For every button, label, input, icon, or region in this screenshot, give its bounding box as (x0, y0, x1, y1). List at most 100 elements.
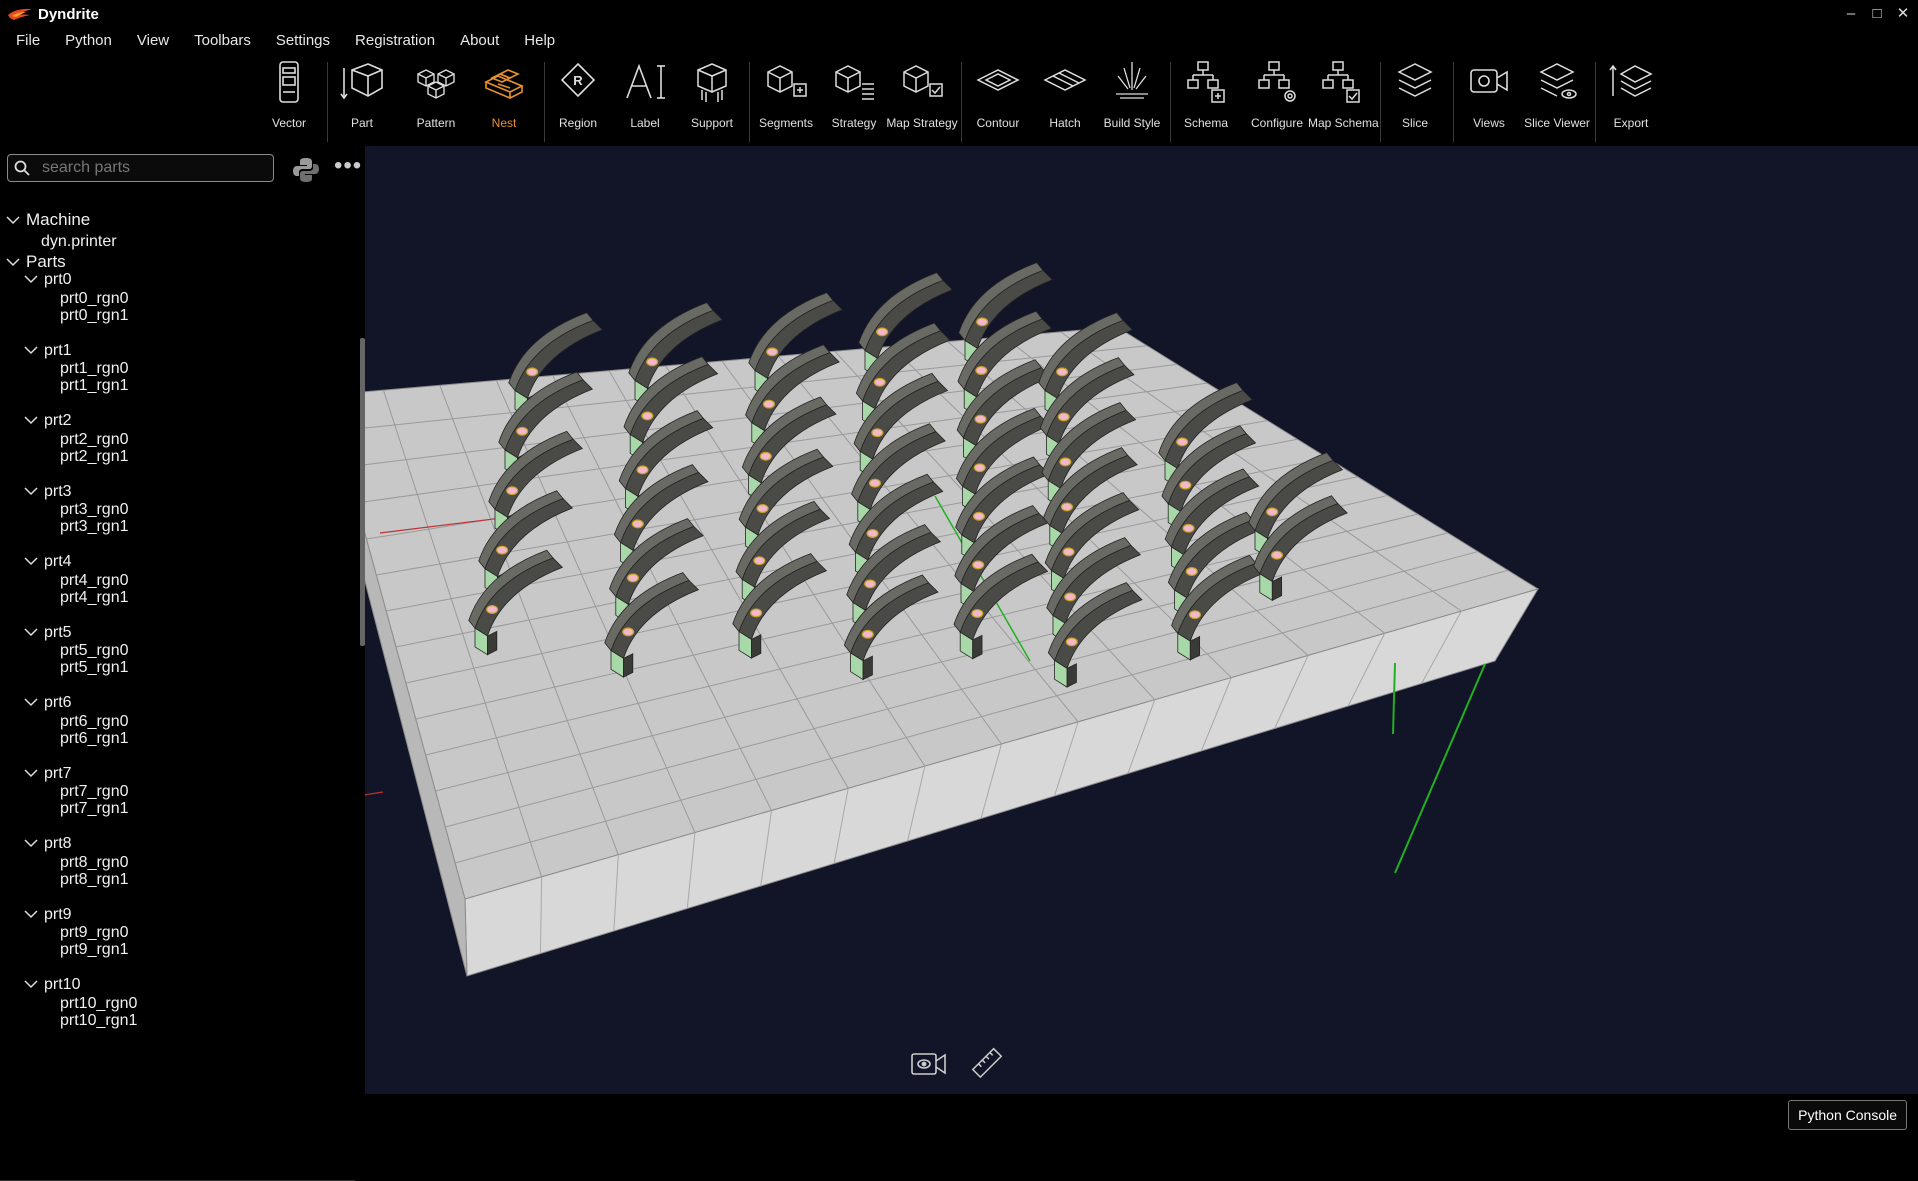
chevron-down-icon[interactable] (24, 838, 38, 848)
chevron-down-icon[interactable] (24, 627, 38, 637)
export-layers-icon (1609, 64, 1653, 97)
tool-schema[interactable]: Schema (1181, 60, 1231, 144)
chevron-down-icon[interactable] (24, 415, 38, 425)
chevron-down-icon[interactable] (24, 697, 38, 707)
tool-nest[interactable]: Nest (479, 60, 529, 144)
tree-node-region[interactable]: prt1_rgn0 (60, 360, 129, 378)
build-plate-scene[interactable] (326, 146, 1918, 1094)
tool-region[interactable]: R Region (553, 60, 603, 144)
tree-node-region[interactable]: prt7_rgn0 (60, 783, 129, 801)
chevron-down-icon[interactable] (24, 768, 38, 778)
tree-node-region[interactable]: prt7_rgn1 (60, 800, 129, 818)
tool-build-style[interactable]: Build Style (1102, 60, 1162, 144)
tool-configure[interactable]: Configure (1247, 60, 1307, 144)
menu-registration[interactable]: Registration (347, 28, 452, 54)
tool-slice[interactable]: Slice (1390, 60, 1440, 144)
tree-node-machine-child[interactable]: dyn.printer (41, 233, 117, 251)
tool-views[interactable]: Views (1464, 60, 1514, 144)
chevron-down-icon[interactable] (24, 486, 38, 496)
printer-machine-icon (279, 61, 299, 103)
tree-node-part[interactable]: prt1 (24, 342, 72, 360)
tree-node-region[interactable]: prt0_rgn0 (60, 290, 129, 308)
tree-node-region[interactable]: prt3_rgn1 (60, 518, 129, 536)
tree-node-part[interactable]: prt3 (24, 483, 72, 501)
tool-part[interactable]: Part (337, 60, 387, 144)
tree-node-part[interactable]: prt9 (24, 906, 72, 924)
menu-toolbars[interactable]: Toolbars (186, 28, 268, 54)
tree-node-region[interactable]: prt0_rgn1 (60, 307, 129, 325)
tree-node-part[interactable]: prt0 (24, 271, 72, 289)
tree-node-label: prt10 (44, 976, 81, 993)
chevron-down-icon[interactable] (24, 979, 38, 989)
tree-node-label: prt2 (44, 412, 72, 429)
menu-file[interactable]: File (8, 28, 57, 54)
tree-node-label: prt8_rgn0 (60, 853, 129, 871)
tree-node-region[interactable]: prt10_rgn0 (60, 995, 137, 1013)
tree-node-label: prt8 (44, 835, 72, 852)
chevron-down-icon[interactable] (24, 556, 38, 566)
label-logo-icon (1182, 523, 1195, 533)
menu-settings[interactable]: Settings (268, 28, 347, 54)
tree-node-region[interactable]: prt2_rgn1 (60, 448, 129, 466)
menu-view[interactable]: View (129, 28, 186, 54)
tree-node-part[interactable]: prt10 (24, 976, 80, 994)
tree-node-region[interactable]: prt8_rgn1 (60, 871, 129, 889)
more-options-icon[interactable]: ••• (334, 154, 362, 178)
chevron-down-icon[interactable] (24, 274, 38, 284)
tool-segments[interactable]: Segments (756, 60, 816, 144)
tree-node-region[interactable]: prt1_rgn1 (60, 377, 129, 395)
tree-node-machine[interactable]: Machine (6, 210, 90, 230)
tool-support[interactable]: Support (687, 60, 737, 144)
tree-node-region[interactable]: prt9_rgn0 (60, 924, 129, 942)
tree-node-label: prt10_rgn0 (60, 994, 138, 1012)
tool-contour[interactable]: Contour (973, 60, 1023, 144)
tree-node-part[interactable]: prt2 (24, 412, 72, 430)
minimize-icon[interactable]: – (1841, 4, 1861, 24)
tool-export[interactable]: Export (1606, 60, 1656, 144)
search-input[interactable] (42, 159, 262, 177)
ruler-measure-icon[interactable] (968, 1043, 1006, 1079)
tree-node-region[interactable]: prt4_rgn0 (60, 572, 129, 590)
tree-node-region[interactable]: prt4_rgn1 (60, 589, 129, 607)
tool-slice-viewer[interactable]: Slice Viewer (1522, 60, 1592, 144)
tree-node-part[interactable]: prt7 (24, 765, 72, 783)
python-icon[interactable] (292, 156, 320, 184)
tool-label-button[interactable]: Label (620, 60, 670, 144)
chevron-down-icon[interactable] (24, 345, 38, 355)
tree-node-region[interactable]: prt10_rgn1 (60, 1012, 137, 1030)
tool-map-strategy[interactable]: Map Strategy (886, 60, 958, 144)
tree-node-part[interactable]: prt5 (24, 624, 72, 642)
close-icon[interactable]: ✕ (1893, 4, 1913, 24)
tree-node-parts[interactable]: Parts (6, 252, 66, 272)
menu-about[interactable]: About (452, 28, 516, 54)
tool-pattern[interactable]: Pattern (411, 60, 461, 144)
label-logo-icon (506, 486, 519, 496)
chevron-down-icon[interactable] (24, 909, 38, 919)
label-logo-icon (636, 465, 649, 475)
menu-help[interactable]: Help (516, 28, 572, 54)
search-box[interactable] (7, 154, 274, 182)
tree-node-part[interactable]: prt4 (24, 553, 72, 571)
tool-map-schema[interactable]: Map Schema (1308, 60, 1379, 144)
tree-node-region[interactable]: prt8_rgn0 (60, 854, 129, 872)
tree-node-region[interactable]: prt5_rgn1 (60, 659, 129, 677)
menu-python[interactable]: Python (57, 28, 129, 54)
python-console-button[interactable]: Python Console (1788, 1100, 1907, 1130)
tree-node-part[interactable]: prt6 (24, 694, 72, 712)
tool-vector[interactable]: Vector (264, 60, 314, 144)
tree-node-region[interactable]: prt6_rgn0 (60, 713, 129, 731)
maximize-icon[interactable]: □ (1867, 4, 1887, 24)
tree-node-region[interactable]: prt3_rgn0 (60, 501, 129, 519)
tree-node-region[interactable]: prt2_rgn0 (60, 431, 129, 449)
3d-viewport[interactable] (326, 146, 1918, 1094)
tree-node-region[interactable]: prt5_rgn0 (60, 642, 129, 660)
chevron-down-icon[interactable] (6, 257, 20, 267)
chevron-down-icon[interactable] (6, 215, 20, 225)
tool-hatch[interactable]: Hatch (1040, 60, 1090, 144)
tree-node-region[interactable]: prt6_rgn1 (60, 730, 129, 748)
tool-strategy[interactable]: Strategy (824, 60, 884, 144)
camera-view-icon[interactable] (910, 1046, 948, 1082)
search-icon (14, 160, 30, 176)
tree-node-part[interactable]: prt8 (24, 835, 72, 853)
tree-node-region[interactable]: prt9_rgn1 (60, 941, 129, 959)
